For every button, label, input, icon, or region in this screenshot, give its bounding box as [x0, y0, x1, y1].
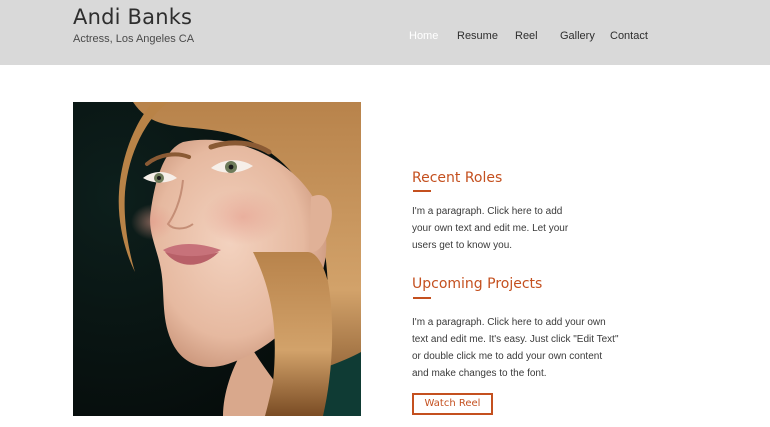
nav-item-reel[interactable]: Reel — [515, 30, 538, 42]
upcoming-projects-line: or double click me to add your own conte… — [412, 351, 603, 362]
nav-item-home[interactable]: Home — [409, 30, 438, 42]
recent-roles-line: users get to know you. — [412, 240, 513, 251]
upcoming-projects-line: text and edit me. It's easy. Just click … — [412, 334, 619, 345]
main-nav: Home Resume Reel Gallery Contact — [0, 30, 770, 44]
upcoming-projects-line: I'm a paragraph. Click here to add your … — [412, 317, 606, 328]
site-title[interactable]: Andi Banks — [73, 5, 192, 29]
recent-roles-rule — [413, 190, 431, 192]
upcoming-projects-paragraph: I'm a paragraph. Click here to add your … — [412, 314, 619, 382]
recent-roles-line: I'm a paragraph. Click here to add — [412, 206, 563, 217]
recent-roles-line: your own text and edit me. Let your — [412, 223, 569, 234]
nav-item-contact[interactable]: Contact — [610, 30, 648, 42]
recent-roles-paragraph: I'm a paragraph. Click here to add your … — [412, 203, 568, 254]
nav-item-resume[interactable]: Resume — [457, 30, 498, 42]
recent-roles-heading: Recent Roles — [412, 170, 503, 186]
upcoming-projects-line: and make changes to the font. — [412, 368, 547, 379]
upcoming-projects-rule — [413, 297, 431, 299]
watch-reel-button[interactable]: Watch Reel — [412, 393, 493, 415]
portrait-image — [73, 102, 361, 416]
nav-item-gallery[interactable]: Gallery — [560, 30, 595, 42]
portrait-photo — [73, 102, 361, 416]
site-header: Andi Banks Actress, Los Angeles CA Home … — [0, 0, 770, 65]
upcoming-projects-heading: Upcoming Projects — [412, 276, 543, 292]
